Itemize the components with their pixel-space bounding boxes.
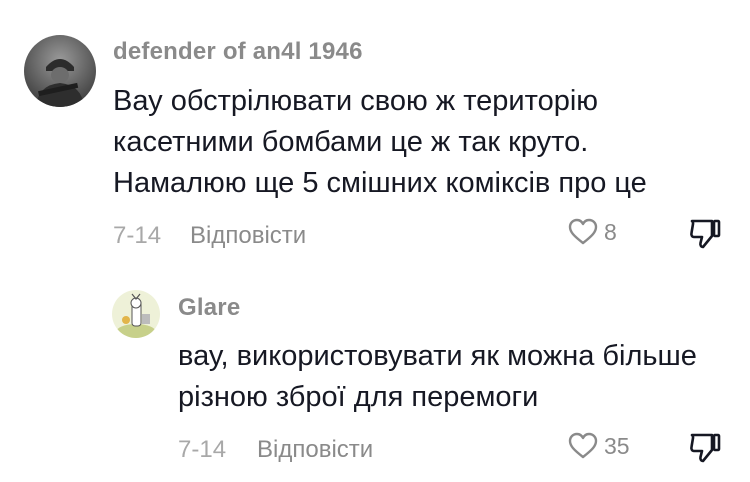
comment-username[interactable]: Glare — [178, 294, 240, 322]
thumbs-down-icon — [690, 433, 721, 463]
dislike-button[interactable] — [688, 432, 722, 469]
comment-username[interactable]: defender of an4l 1946 — [113, 38, 363, 66]
comment-text: вау, використовувати як можна більше різ… — [178, 340, 697, 413]
like-button[interactable]: 35 — [568, 432, 630, 460]
heart-outline-icon — [568, 218, 598, 245]
user-avatar[interactable] — [24, 35, 96, 107]
reply-button[interactable]: Відповісти — [257, 436, 373, 464]
like-count: 35 — [604, 432, 630, 459]
user-avatar[interactable] — [112, 290, 160, 338]
dislike-button[interactable] — [688, 218, 722, 255]
thumbs-down-icon — [690, 219, 721, 249]
like-button[interactable]: 8 — [568, 218, 617, 246]
reply-button[interactable]: Відповісти — [190, 222, 306, 250]
soldier-avatar-icon — [24, 35, 96, 107]
heart-outline-icon — [568, 432, 598, 459]
comment-text: Вау обстрілювати свою ж територію касетн… — [113, 85, 647, 199]
reply-comment: Glare вау, використовувати як можна біль… — [0, 282, 750, 482]
comment-date: 7-14 — [113, 222, 162, 249]
comment-date: 7-14 — [178, 436, 227, 463]
like-count: 8 — [604, 218, 617, 245]
cartoon-avatar-icon — [112, 290, 160, 338]
comment: defender of an4l 1946 Вау обстрілювати с… — [0, 0, 750, 270]
